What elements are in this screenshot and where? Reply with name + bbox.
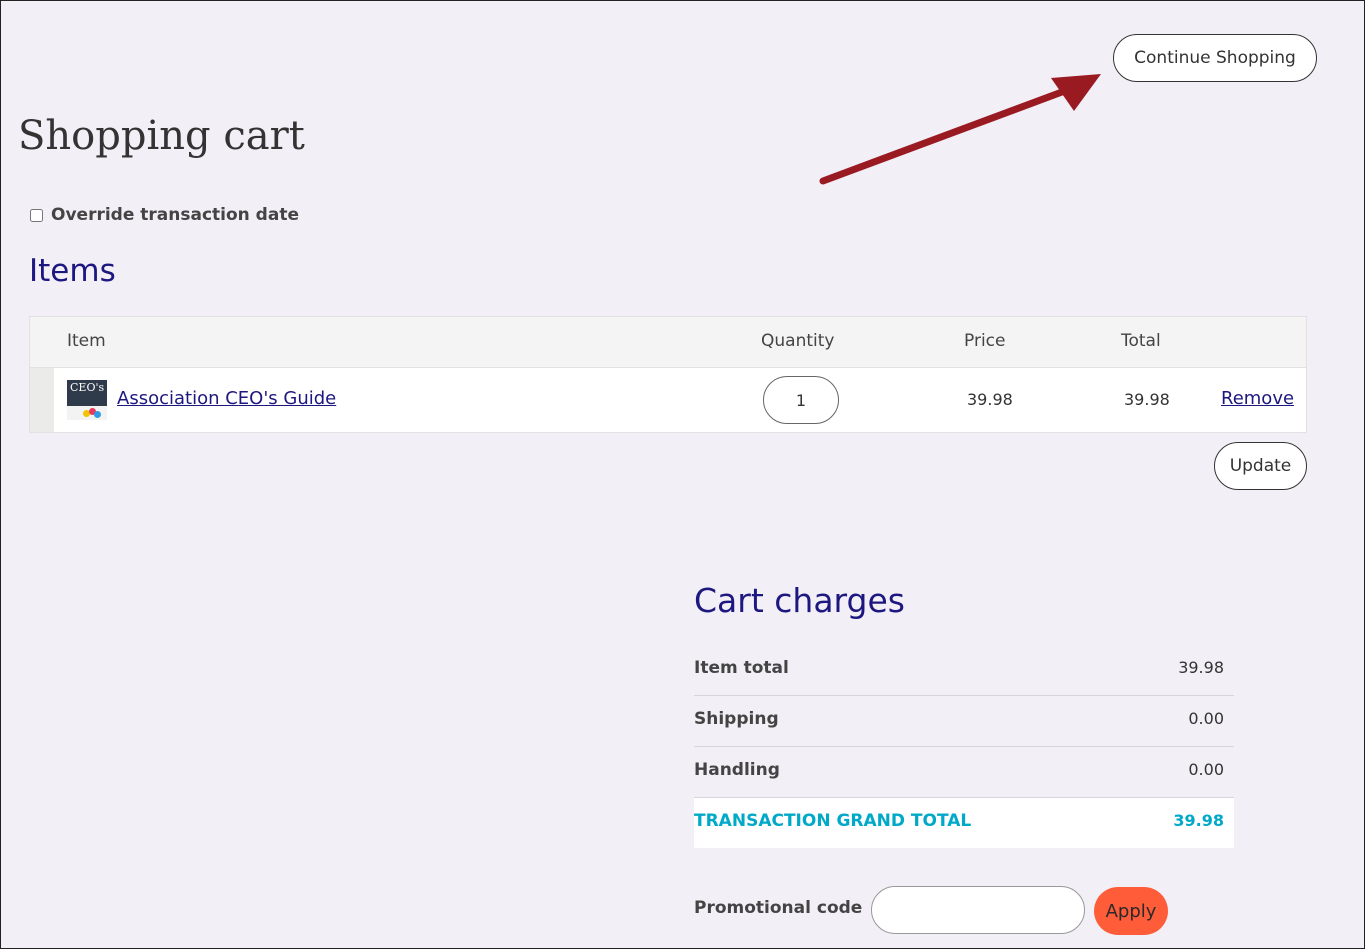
remove-item-link[interactable]: Remove [1221,388,1294,409]
items-table: Item Quantity Price Total CEO's Associat… [29,316,1307,433]
update-button[interactable]: Update [1214,442,1307,490]
charge-row-shipping: Shipping 0.00 [694,696,1234,747]
override-date-label: Override transaction date [51,205,299,225]
charge-label: Handling [694,760,780,780]
items-table-header: Item Quantity Price Total [30,317,1306,368]
table-row: CEO's Association CEO's Guide 39.98 39.9… [30,368,1306,432]
cart-charges-table: Item total 39.98 Shipping 0.00 Handling … [694,645,1234,848]
grand-total-label: TRANSACTION GRAND TOTAL [694,811,972,831]
promo-code-input[interactable] [871,886,1085,934]
charge-row-handling: Handling 0.00 [694,747,1234,798]
cart-charges-heading: Cart charges [694,581,905,620]
row-stripe [30,368,54,432]
annotation-arrow [819,74,1101,185]
column-header-price: Price [964,331,1006,351]
item-name-link[interactable]: Association CEO's Guide [117,388,336,409]
charge-row-grand-total: TRANSACTION GRAND TOTAL 39.98 [694,798,1234,848]
column-header-quantity: Quantity [761,331,835,351]
charge-label: Shipping [694,709,779,729]
charge-value: 39.98 [1178,658,1224,677]
continue-shopping-button[interactable]: Continue Shopping [1113,34,1317,82]
item-total: 39.98 [1124,390,1170,409]
items-heading: Items [29,253,116,289]
charge-label: Item total [694,658,789,678]
charge-value: 0.00 [1188,760,1224,779]
apply-promo-button[interactable]: Apply [1094,887,1168,935]
charge-value: 0.00 [1188,709,1224,728]
quantity-input[interactable] [763,376,839,424]
column-header-total: Total [1121,331,1161,351]
item-price: 39.98 [967,390,1013,409]
charge-row-item-total: Item total 39.98 [694,645,1234,696]
page-title: Shopping cart [18,113,305,159]
promo-code-label: Promotional code [694,898,863,918]
override-date-checkbox[interactable] [30,208,43,222]
column-header-item: Item [67,331,106,351]
override-transaction-date[interactable]: Override transaction date [30,205,299,225]
thumbnail-text: CEO's [70,381,105,394]
product-thumbnail: CEO's [67,380,107,420]
grand-total-value: 39.98 [1173,811,1224,830]
